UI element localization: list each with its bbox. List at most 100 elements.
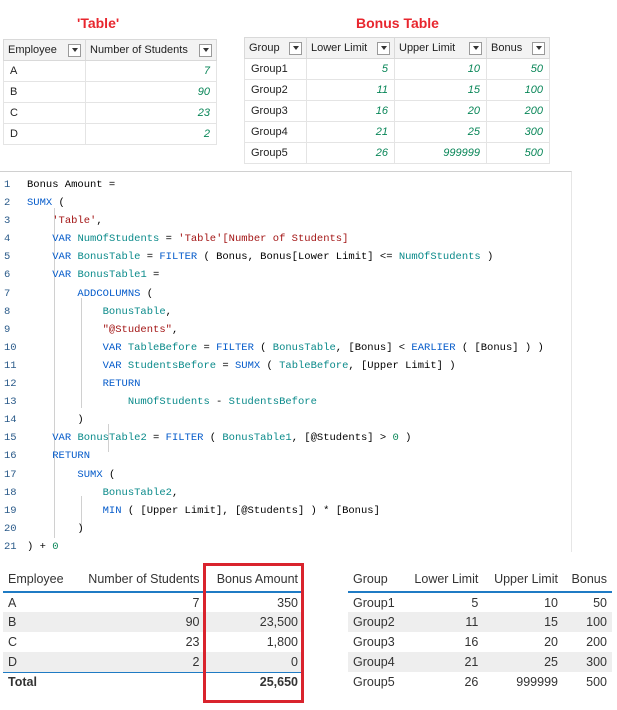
line-number: 5 — [4, 251, 11, 264]
table-row: Group5 26 999999 500 — [244, 142, 550, 164]
line-number: 3 — [4, 215, 11, 228]
line-number: 19 — [4, 504, 17, 517]
code-text: Bonus Amount = — [27, 179, 116, 191]
table-row: A7 — [3, 60, 217, 82]
col-header-group[interactable]: Group — [244, 37, 307, 59]
bonus-table-data-view: Group Lower Limit Upper Limit Bonus Grou… — [244, 37, 550, 164]
line-number: 9 — [4, 323, 11, 336]
col-header-employee[interactable]: Employee — [3, 39, 86, 61]
code-text: VAR NumOfStudents = 'Table'[Number of St… — [52, 233, 349, 246]
filter-dropdown-icon[interactable] — [377, 41, 390, 55]
table-row: C 23 — [3, 102, 217, 124]
code-line: 4 VAR NumOfStudents = 'Table'[Number of … — [0, 230, 571, 248]
col-header-bonus[interactable]: Bonus — [486, 37, 550, 59]
code-line: 10 VAR TableBefore = FILTER ( BonusTable… — [0, 339, 571, 357]
table-row: Group4 21 25 300 — [348, 652, 612, 672]
code-text: BonusTable2, — [102, 486, 179, 499]
code-text: VAR StudentsBefore = SUMX ( TableBefore,… — [102, 359, 456, 372]
code-line: 1 Bonus Amount = — [0, 176, 571, 194]
table-row: Group5 26 999999 500 — [353, 675, 607, 689]
col-header-upper-limit[interactable]: Upper Limit — [483, 566, 563, 593]
code-line: 8 BonusTable, — [0, 303, 571, 321]
filter-dropdown-icon[interactable] — [289, 41, 302, 55]
code-text: MIN ( [Upper Limit], [@Students] ) * [Bo… — [102, 504, 380, 517]
col-header-upper-limit[interactable]: Upper Limit — [394, 37, 487, 59]
table-row: B 90 — [3, 81, 217, 103]
code-line: 9 "@Students", — [0, 321, 571, 339]
code-text: ADDCOLUMNS ( — [77, 287, 154, 300]
line-number: 21 — [4, 540, 17, 553]
table-row: Group3 16 20 200 — [244, 100, 550, 122]
bonus-groups-visual: Group Lower Limit Upper Limit Bonus Grou… — [348, 566, 612, 692]
code-text: VAR BonusTable = FILTER ( Bonus, Bonus[L… — [52, 251, 494, 264]
code-line: 20 ) — [0, 520, 571, 538]
code-text: VAR BonusTable1 = — [52, 269, 160, 282]
line-number: 7 — [4, 287, 11, 300]
code-line: 21 ) + 0 — [0, 538, 571, 556]
code-text: ) — [27, 522, 84, 535]
code-line: 15 VAR BonusTable2 = FILTER ( BonusTable… — [0, 429, 571, 447]
code-text: RETURN — [102, 378, 141, 391]
line-number: 11 — [4, 359, 17, 372]
line-number: 10 — [4, 341, 17, 354]
code-text: RETURN — [52, 450, 91, 463]
table-row: Group2 11 15 100 — [348, 612, 612, 632]
code-text: "@Students", — [102, 323, 179, 336]
code-text: 'Table', — [52, 215, 103, 228]
code-line: 19 MIN ( [Upper Limit], [@Students] ) * … — [0, 502, 571, 520]
code-line: 5 VAR BonusTable = FILTER ( Bonus, Bonus… — [0, 248, 571, 266]
table-data-view: Employee Number of Students A7 B 90 C 23 D… — [3, 39, 217, 145]
line-number: 18 — [4, 486, 17, 499]
line-number: 12 — [4, 378, 17, 391]
line-number: 16 — [4, 450, 17, 463]
filter-dropdown-icon[interactable] — [532, 41, 545, 55]
filter-dropdown-icon[interactable] — [469, 41, 482, 55]
code-line: 14 ) — [0, 411, 571, 429]
table-row: Group1 5 10 50 — [353, 595, 607, 610]
line-number: 15 — [4, 432, 17, 445]
col-header-bonus[interactable]: Bonus — [562, 566, 612, 593]
col-header-group[interactable]: Group — [348, 566, 404, 593]
col-header-lower-limit[interactable]: Lower Limit — [306, 37, 395, 59]
dax-code-editor[interactable]: 1 Bonus Amount = 2 SUMX (3 'Table', 4 VAR Nu… — [0, 171, 572, 553]
table-row: Group1 5 10 50 — [244, 58, 550, 80]
code-text: ) — [27, 414, 84, 427]
code-text: SUMX ( — [27, 197, 65, 210]
line-number: 13 — [4, 396, 17, 409]
code-text: VAR BonusTable2 = FILTER ( BonusTable1, … — [52, 432, 412, 445]
code-text: SUMX ( — [77, 468, 116, 481]
line-number: 14 — [4, 414, 17, 427]
code-line: 2 SUMX ( — [0, 194, 571, 212]
col-header-number-of-students[interactable]: Number of Students — [85, 39, 217, 61]
line-number: 4 — [4, 233, 11, 246]
code-line: 18 BonusTable2, — [0, 484, 571, 502]
table-row: Group2 11 15 100 — [244, 79, 550, 101]
code-line: 17 SUMX ( — [0, 466, 571, 484]
code-line: 13 NumOfStudents - StudentsBefore — [0, 393, 571, 411]
code-line: 7 ADDCOLUMNS ( — [0, 285, 571, 303]
code-line: 16 RETURN — [0, 447, 571, 465]
table-row: D2 — [3, 123, 217, 145]
table-row: Group3 16 20 200 — [353, 635, 607, 649]
line-number: 17 — [4, 468, 17, 481]
line-number: 1 — [4, 179, 11, 191]
filter-dropdown-icon[interactable] — [199, 43, 212, 57]
code-line: 12 RETURN — [0, 375, 571, 393]
col-header-lower-limit[interactable]: Lower Limit — [403, 566, 484, 593]
code-line: 11 VAR StudentsBefore = SUMX ( TableBefo… — [0, 357, 571, 375]
bonus-amount-highlight-box — [203, 563, 304, 703]
code-text: NumOfStudents - StudentsBefore — [127, 396, 317, 409]
filter-dropdown-icon[interactable] — [68, 43, 81, 57]
bonus-table-title: Bonus Table — [356, 15, 439, 31]
code-line: 6 VAR BonusTable1 = — [0, 266, 571, 284]
line-number: 2 — [4, 197, 11, 210]
line-number: 6 — [4, 269, 11, 282]
code-text: VAR TableBefore = FILTER ( BonusTable, [… — [102, 341, 544, 354]
col-header-number-of-students[interactable]: Number of Students — [73, 566, 205, 593]
col-header-employee[interactable]: Employee — [3, 566, 74, 593]
code-line: 3 'Table', — [0, 212, 571, 230]
code-text: ) + 0 — [27, 540, 59, 553]
code-text: BonusTable, — [102, 305, 172, 318]
table-row: Group4 21 25 300 — [244, 121, 550, 143]
line-number: 20 — [4, 522, 17, 535]
